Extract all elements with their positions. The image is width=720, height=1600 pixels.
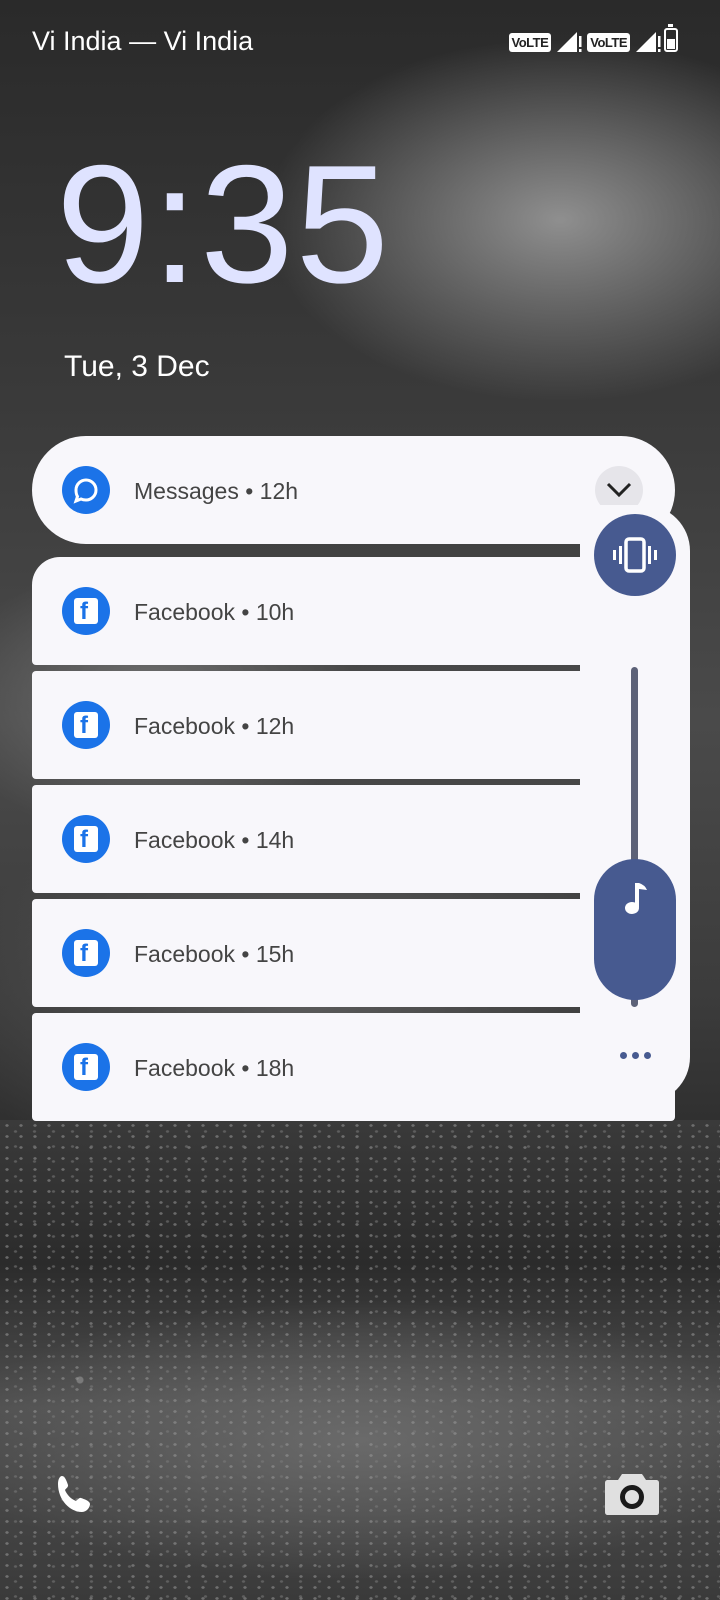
- volume-slider-thumb[interactable]: [594, 859, 676, 1000]
- notification-label: Facebook • 14h: [134, 827, 295, 853]
- music-note-icon: [625, 883, 647, 914]
- volume-panel: [580, 505, 690, 1103]
- messages-icon: [62, 466, 110, 514]
- more-icon: [620, 1052, 627, 1059]
- camera-icon[interactable]: [604, 1470, 660, 1518]
- vibrate-icon: [613, 537, 657, 573]
- notification-label: Facebook • 18h: [134, 1055, 295, 1081]
- notification-facebook[interactable]: f Facebook • 15h: [32, 899, 675, 1007]
- notification-label: Facebook • 15h: [134, 941, 295, 967]
- volte-icon: VoLTE: [587, 32, 630, 52]
- battery-icon: [664, 24, 678, 52]
- more-options-button[interactable]: [616, 1043, 656, 1067]
- notification-facebook[interactable]: f Facebook • 14h: [32, 785, 675, 893]
- facebook-icon: f: [62, 929, 110, 977]
- facebook-icon: f: [62, 587, 110, 635]
- volte-icon: VoLTE: [508, 32, 552, 52]
- phone-icon[interactable]: [52, 1470, 100, 1518]
- lockscreen-date: Tue, 3 Dec: [64, 350, 210, 383]
- notification-facebook[interactable]: f Facebook • 18h: [32, 1013, 675, 1121]
- notification-facebook[interactable]: f Facebook • 10h: [32, 557, 675, 665]
- facebook-icon: f: [62, 815, 110, 863]
- notification-label: Messages • 12h: [134, 478, 299, 504]
- notification-label: Facebook • 12h: [134, 713, 295, 739]
- notification-label: Facebook • 10h: [134, 599, 295, 625]
- chevron-down-icon: [606, 482, 632, 498]
- status-bar: Vi India — Vi India VoLTE VoLTE: [0, 0, 720, 84]
- notification-facebook[interactable]: f Facebook • 12h: [32, 671, 675, 779]
- ringer-mode-button[interactable]: [594, 514, 676, 596]
- signal-icon: [557, 32, 582, 52]
- notification-messages[interactable]: Messages • 12h: [32, 436, 675, 544]
- facebook-icon: f: [62, 701, 110, 749]
- facebook-icon: f: [62, 1043, 110, 1091]
- status-icons: VoLTE VoLTE: [508, 30, 663, 54]
- carrier-label: Vi India — Vi India: [32, 26, 254, 56]
- signal-icon: [636, 32, 661, 52]
- wallpaper-meadow: [0, 1120, 720, 1600]
- lockscreen-clock: 9:35: [56, 130, 391, 318]
